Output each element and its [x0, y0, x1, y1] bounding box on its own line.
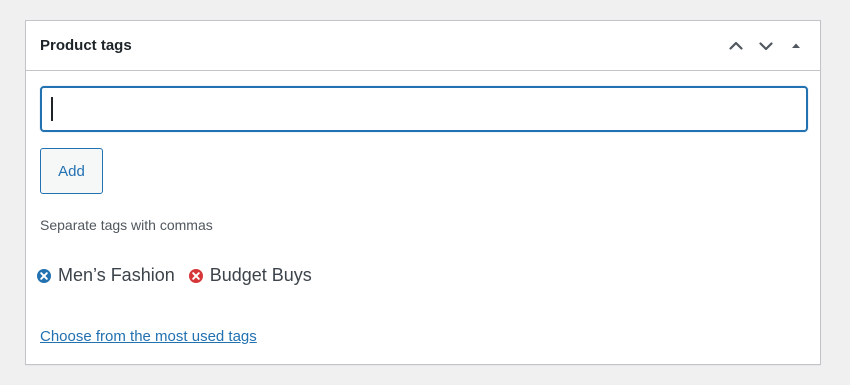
tag-label: Men’s Fashion [58, 265, 175, 285]
tag-list: Men’s Fashion Budget Buys [36, 265, 807, 286]
move-up-button[interactable] [724, 34, 748, 58]
tag-item: Budget Buys [188, 265, 312, 286]
tag-input[interactable] [40, 86, 808, 132]
metabox-header: Product tags [26, 21, 820, 71]
remove-circle-icon[interactable] [188, 268, 204, 284]
add-tag-button[interactable]: Add [40, 148, 103, 194]
toggle-panel-button[interactable] [784, 34, 808, 58]
chevron-up-icon [729, 41, 743, 50]
most-used-tags-link[interactable]: Choose from the most used tags [40, 328, 257, 345]
helper-text: Separate tags with commas [40, 217, 213, 233]
metabox-inside: Add Separate tags with commas Men’s Fash… [26, 71, 820, 346]
triangle-up-icon [792, 43, 800, 48]
text-cursor [51, 97, 53, 121]
metabox-handle-actions [724, 34, 808, 58]
chevron-down-icon [759, 41, 773, 50]
move-down-button[interactable] [754, 34, 778, 58]
tag-item: Men’s Fashion [36, 265, 175, 286]
product-tags-metabox: Product tags Add Separate tags with comm… [25, 20, 821, 365]
metabox-title: Product tags [40, 37, 132, 54]
remove-circle-icon[interactable] [36, 268, 52, 284]
tag-label: Budget Buys [209, 265, 312, 285]
